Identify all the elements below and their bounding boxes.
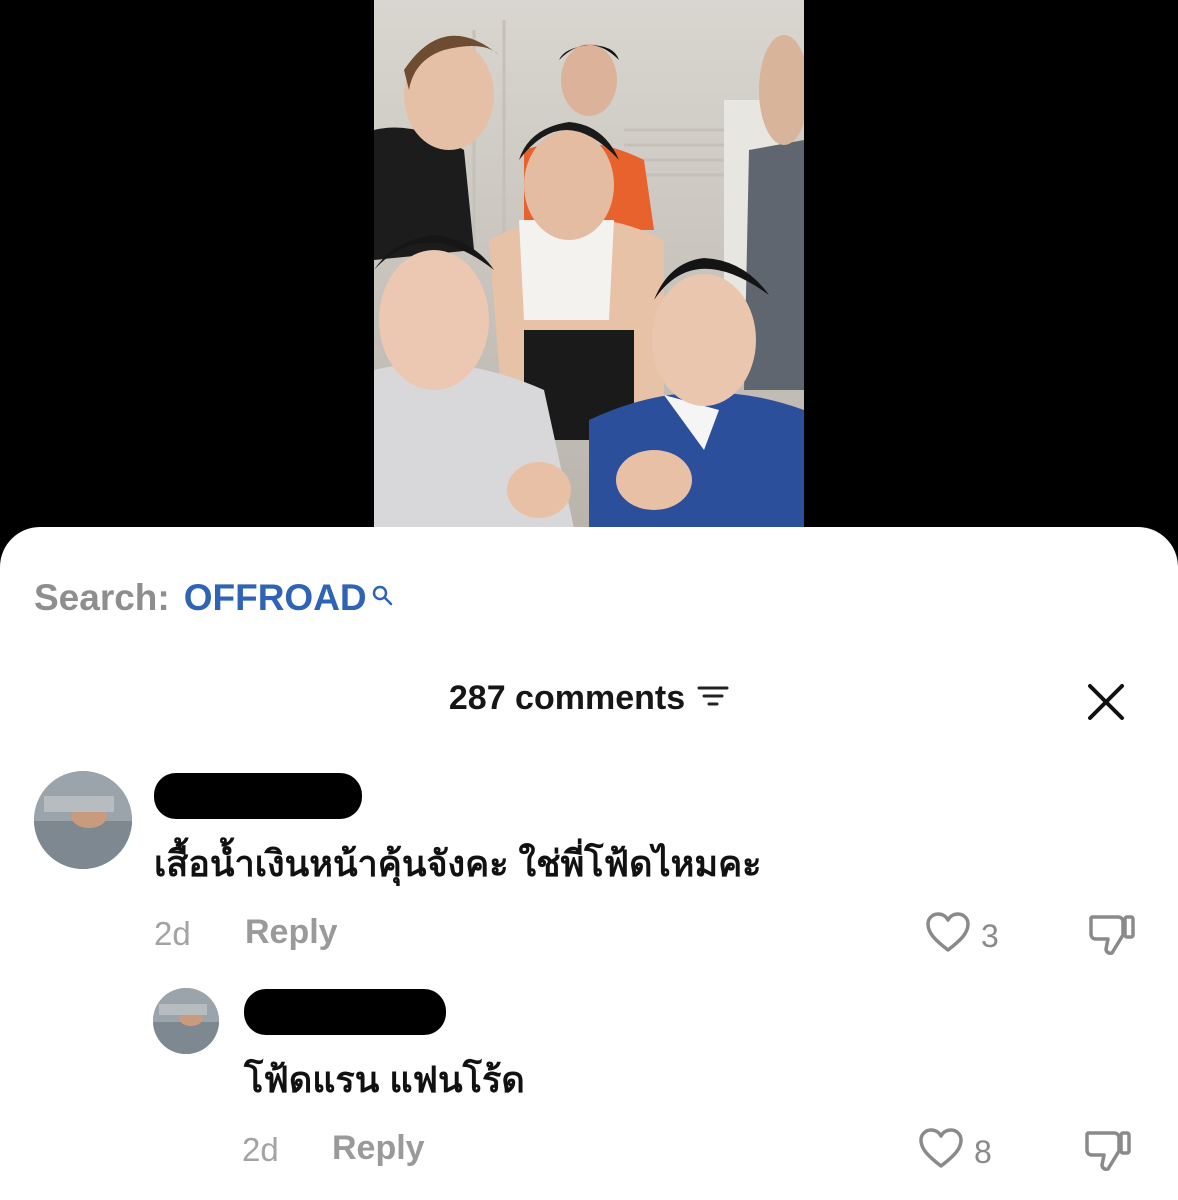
- search-prefix-label: Search:: [34, 577, 170, 618]
- comment-age: 2d: [242, 1131, 279, 1168]
- redacted-username: [244, 989, 446, 1035]
- close-icon[interactable]: [1086, 682, 1126, 722]
- comment-text: เสื้อน้ำเงินหน้าคุ้นจังคะ ใช่พี่โฟ้ดไหมค…: [154, 843, 762, 884]
- comment-age: 2d: [154, 915, 191, 952]
- search-suggestion[interactable]: Search: OFFROAD: [34, 577, 395, 619]
- reply-button[interactable]: Reply: [245, 913, 338, 952]
- heart-icon: [925, 911, 981, 961]
- comment-text: โฟ้ดแรน แฟนโร้ด: [244, 1059, 525, 1100]
- heart-icon: [918, 1127, 974, 1177]
- comments-header: 287 comments: [0, 679, 1178, 718]
- like-button[interactable]: 3: [925, 911, 999, 961]
- comments-count: 287 comments: [448, 679, 686, 717]
- redacted-username: [154, 773, 362, 819]
- video-frame: [374, 0, 804, 528]
- search-term-link[interactable]: OFFROAD: [184, 577, 367, 619]
- like-count: 3: [981, 917, 999, 954]
- like-count: 8: [974, 1133, 992, 1170]
- comments-sheet: Search: OFFROAD 287 comments เสื้อน้ำเงิ…: [0, 527, 1178, 1200]
- thumbs-down-icon[interactable]: [1088, 911, 1136, 962]
- avatar[interactable]: [34, 771, 132, 869]
- like-button[interactable]: 8: [918, 1127, 992, 1177]
- video-player[interactable]: [374, 0, 804, 528]
- reply-button[interactable]: Reply: [332, 1129, 425, 1168]
- magnifier-icon: [371, 575, 395, 617]
- thumbs-down-icon[interactable]: [1084, 1127, 1132, 1178]
- avatar[interactable]: [153, 988, 219, 1054]
- filter-icon[interactable]: [697, 679, 729, 718]
